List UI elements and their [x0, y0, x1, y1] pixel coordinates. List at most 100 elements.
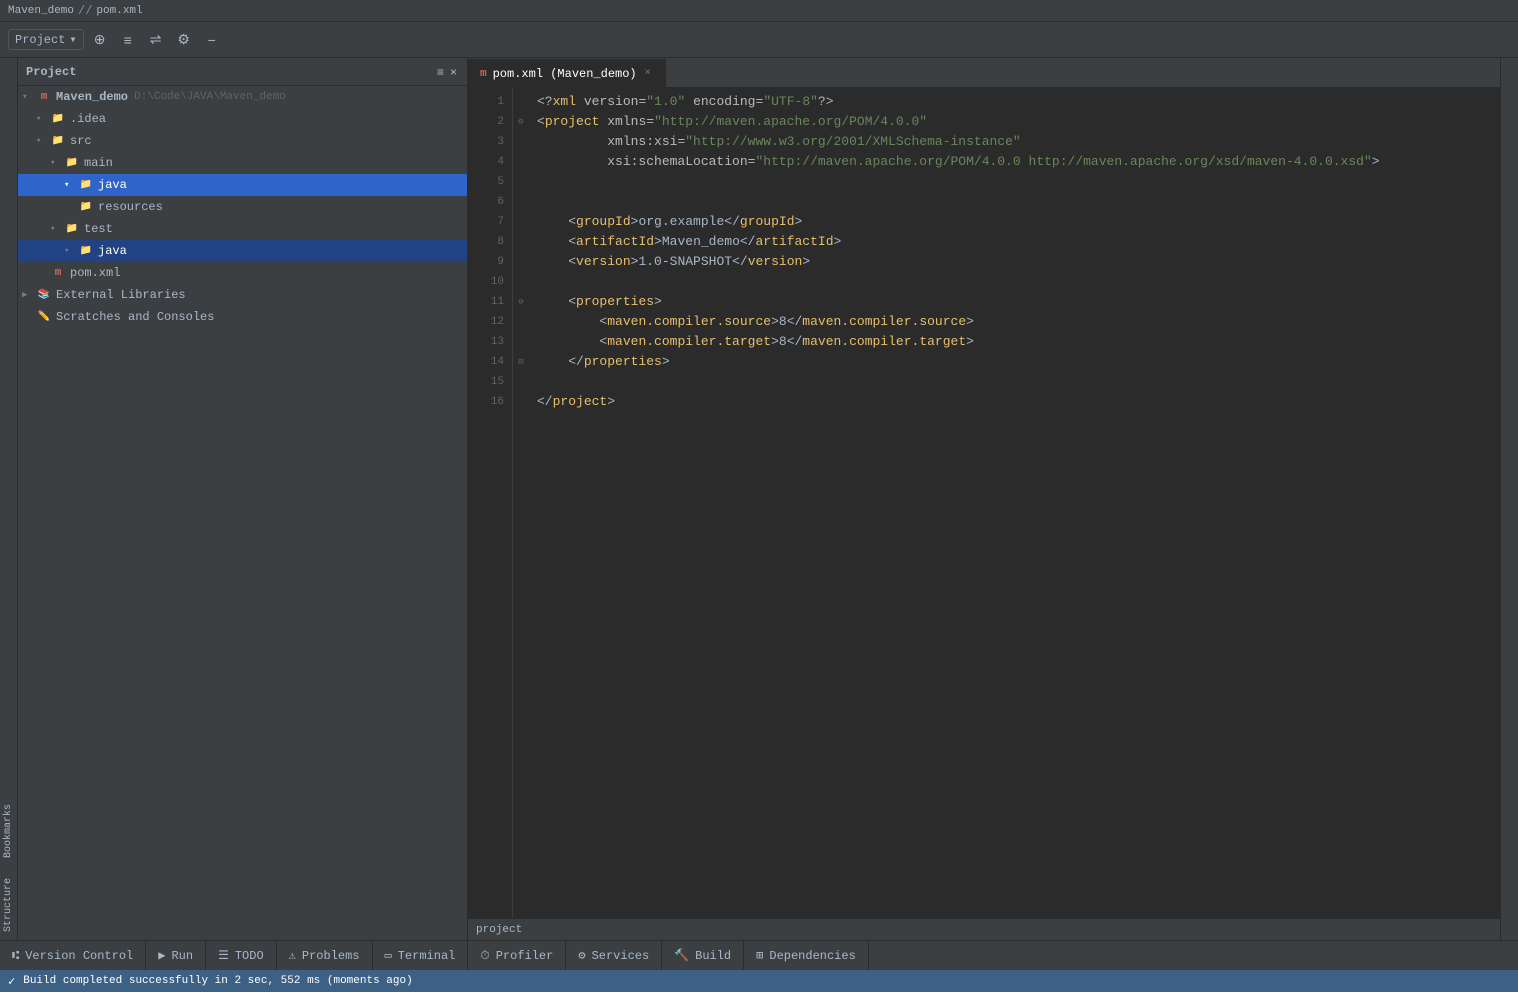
src-label: src — [70, 134, 92, 148]
bottom-tab-run[interactable]: ▶ Run — [146, 941, 206, 971]
fold-2[interactable]: ⊖ — [513, 112, 529, 132]
dependencies-icon: ⊞ — [756, 948, 763, 963]
bottom-tab-services[interactable]: ⚙ Services — [566, 941, 662, 971]
folder-test-icon: 📁 — [64, 221, 80, 237]
test-label: test — [84, 222, 113, 236]
editor-tab-pom[interactable]: m pom.xml (Maven_demo) × — [468, 59, 666, 87]
pom-icon: m — [50, 265, 66, 281]
toolbar-btn-structure[interactable]: ≡ — [116, 28, 140, 52]
toolbar-btn-target[interactable]: ⊕ — [88, 28, 112, 52]
dependencies-label: Dependencies — [769, 949, 855, 963]
editor-status-text: project — [476, 924, 522, 936]
title-bar: Maven_demo // pom.xml — [0, 0, 1518, 22]
terminal-label: Terminal — [398, 949, 456, 963]
project-dropdown[interactable]: Project ▾ — [8, 29, 84, 50]
maven-root-path: D:\Code\JAVA\Maven_demo — [134, 91, 286, 103]
main-label: main — [84, 156, 113, 170]
tree-item-test[interactable]: ▾ 📁 test — [18, 218, 467, 240]
project-panel-header: Project ≡ × — [18, 58, 467, 86]
bottom-tab-terminal[interactable]: ▭ Terminal — [373, 941, 469, 971]
bookmarks-label[interactable]: Bookmarks — [3, 804, 14, 858]
bottom-tab-todo[interactable]: ☰ TODO — [206, 941, 277, 971]
tab-close-btn[interactable]: × — [643, 68, 653, 79]
bottom-toolbar: ⑆ Version Control ▶ Run ☰ TODO ⚠ Problem… — [0, 940, 1518, 970]
panel-collapse-btn[interactable]: ≡ — [435, 63, 446, 81]
bottom-tab-version-control[interactable]: ⑆ Version Control — [0, 941, 146, 971]
code-line-14: </properties> — [537, 352, 1500, 372]
line-num-15: 15 — [468, 372, 504, 392]
line-numbers: 1 2 3 4 5 6 7 8 9 10 11 12 13 14 15 16 — [468, 88, 513, 918]
code-line-8: <artifactId>Maven_demo</artifactId> — [537, 232, 1500, 252]
folder-main-icon: 📁 — [64, 155, 80, 171]
code-editor[interactable]: <?xml version="1.0" encoding="UTF-8"?> <… — [529, 88, 1500, 918]
version-control-icon: ⑆ — [12, 949, 19, 963]
java-test-label: java — [98, 244, 127, 258]
fold-11[interactable]: ⊖ — [513, 292, 529, 312]
panel-close-btn[interactable]: × — [448, 63, 459, 81]
line-num-3: 3 — [468, 132, 504, 152]
code-line-16: </project> — [537, 392, 1500, 412]
toolbar-btn-settings[interactable]: ⚙ — [172, 28, 196, 52]
tree-item-idea[interactable]: ▾ 📁 .idea — [18, 108, 467, 130]
tree-item-ext-libs[interactable]: ▶ 📚 External Libraries — [18, 284, 467, 306]
line-num-5: 5 — [468, 172, 504, 192]
tree-item-maven-root[interactable]: ▾ m Maven_demo D:\Code\JAVA\Maven_demo — [18, 86, 467, 108]
editor-content: 1 2 3 4 5 6 7 8 9 10 11 12 13 14 15 16 ⊖ — [468, 88, 1500, 918]
todo-icon: ☰ — [218, 948, 229, 963]
services-label: Services — [592, 949, 650, 963]
fold-12 — [513, 312, 529, 332]
tree-item-scratches[interactable]: ✏️ Scratches and Consoles — [18, 306, 467, 328]
code-line-13: <maven.compiler.target>8</maven.compiler… — [537, 332, 1500, 352]
line-num-6: 6 — [468, 192, 504, 212]
project-panel: Project ≡ × ▾ m Maven_demo D:\Code\JAVA\… — [18, 58, 468, 940]
line-num-16: 16 — [468, 392, 504, 412]
todo-label: TODO — [235, 949, 264, 963]
arrow-idea: ▾ — [36, 114, 50, 124]
fold-9 — [513, 252, 529, 272]
fold-1 — [513, 92, 529, 112]
bottom-tab-dependencies[interactable]: ⊞ Dependencies — [744, 941, 869, 971]
bottom-tab-profiler[interactable]: ⏱ Profiler — [468, 941, 566, 971]
services-icon: ⚙ — [578, 948, 585, 963]
toolbar-btn-minimize[interactable]: − — [200, 28, 224, 52]
title-file: pom.xml — [96, 5, 142, 17]
ext-libs-label: External Libraries — [56, 288, 186, 302]
project-dropdown-arrow: ▾ — [69, 32, 76, 47]
folder-java-main-icon: 📁 — [78, 177, 94, 193]
build-label: Build — [695, 949, 731, 963]
tree-item-pom[interactable]: m pom.xml — [18, 262, 467, 284]
fold-13 — [513, 332, 529, 352]
tree-item-resources[interactable]: 📁 resources — [18, 196, 467, 218]
code-line-10 — [537, 272, 1500, 292]
toolbar-btn-collapse[interactable]: ⇌ — [144, 28, 168, 52]
problems-icon: ⚠ — [289, 948, 296, 963]
tree-item-main[interactable]: ▾ 📁 main — [18, 152, 467, 174]
idea-label: .idea — [70, 112, 106, 126]
tree-item-java-test[interactable]: ▾ 📁 java — [18, 240, 467, 262]
structure-label[interactable]: Structure — [3, 878, 14, 932]
bottom-tab-problems[interactable]: ⚠ Problems — [277, 941, 373, 971]
arrow-test: ▾ — [50, 224, 64, 234]
editor-area: m pom.xml (Maven_demo) × 1 2 3 4 5 6 7 8… — [468, 58, 1500, 940]
tab-label: pom.xml (Maven_demo) — [493, 67, 637, 81]
fold-3 — [513, 132, 529, 152]
tree-item-src[interactable]: ▾ 📁 src — [18, 130, 467, 152]
arrow-main: ▾ — [50, 158, 64, 168]
tree-item-java-main[interactable]: ▾ 📁 java — [18, 174, 467, 196]
line-num-14: 14 — [468, 352, 504, 372]
resources-label: resources — [98, 200, 163, 214]
run-label: Run — [171, 949, 193, 963]
maven-root-icon: m — [36, 89, 52, 105]
far-left-strip: Bookmarks Structure — [0, 58, 18, 940]
line-num-2: 2 — [468, 112, 504, 132]
fold-14[interactable]: ⊟ — [513, 352, 529, 372]
folder-resources-icon: 📁 — [78, 199, 94, 215]
version-control-label: Version Control — [25, 949, 133, 963]
bottom-tab-build[interactable]: 🔨 Build — [662, 941, 744, 971]
arrow-ext-libs: ▶ — [22, 290, 36, 300]
line-num-9: 9 — [468, 252, 504, 272]
status-bar: ✓ Build completed successfully in 2 sec,… — [0, 970, 1518, 992]
line-num-1: 1 — [468, 92, 504, 112]
problems-label: Problems — [302, 949, 360, 963]
code-line-12: <maven.compiler.source>8</maven.compiler… — [537, 312, 1500, 332]
